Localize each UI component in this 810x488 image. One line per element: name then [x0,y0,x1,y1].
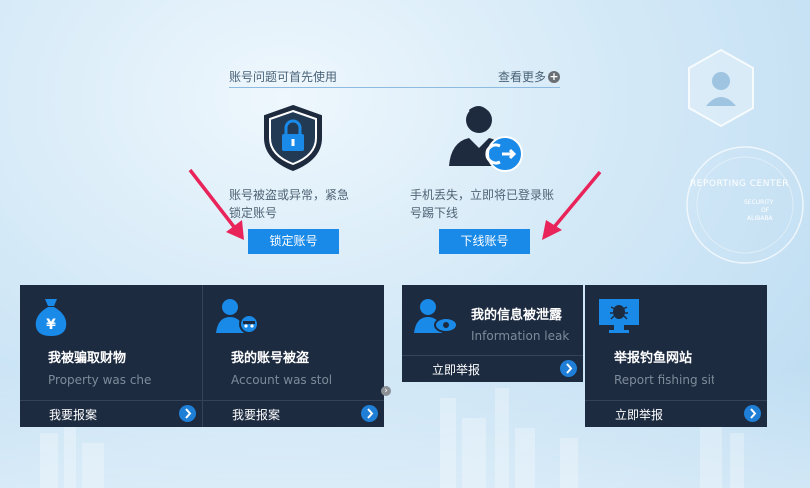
chevron-right-icon[interactable] [361,405,378,422]
leak-card-footer: 立即举报 [402,355,583,382]
phishing-card-title: 举报钓鱼网站 [614,351,693,366]
fraud-card-footer: 我要报案 [20,400,202,427]
alibaba-text: ALIBABA [747,215,773,222]
offline-account-button[interactable]: 下线账号 [439,229,530,254]
user-logout-icon [449,106,523,172]
chevron-right-icon[interactable] [744,405,761,422]
fraud-card-subtitle: Property was che [48,373,152,387]
phishing-card: 举报钓鱼网站 Report fishing site 立即举报 [585,285,767,427]
shield-lock-icon [264,104,322,172]
stolen-report-link[interactable]: 我要报案 [232,406,280,423]
hexagon-user-decoration [688,48,754,128]
user-theft-icon [216,299,259,334]
plus-icon[interactable]: + [548,71,560,83]
info-leak-card: 我的信息被泄露 Information leak 立即举报 [402,285,583,382]
of-text: OF [761,207,770,214]
stolen-card-subtitle: Account was stol [231,373,331,387]
scroll-dot-icon[interactable]: › [381,386,391,396]
svg-text:¥: ¥ [46,317,56,333]
stolen-card-footer: 我要报案 [203,400,384,427]
chevron-right-icon[interactable] [560,360,577,377]
user-eye-icon [414,299,458,333]
report-card-group-left: ¥ 我被骗取财物 Property was che 我的账号被盗 Account… [20,285,384,427]
fraud-card-title: 我被骗取财物 [48,351,127,366]
money-bag-icon: ¥ [35,299,67,336]
phishing-card-footer: 立即举报 [585,400,767,427]
monitor-bug-icon [599,299,639,333]
pink-arrow-left [188,168,244,240]
header-title: 账号问题可首先使用 [229,70,338,84]
leak-card-title: 我的信息被泄露 [471,308,563,323]
reporting-center-text: REPORTING CENTER [690,179,789,189]
chevron-right-icon[interactable] [179,405,196,422]
quick-actions-header: 账号问题可首先使用 查看更多 + [229,68,560,88]
security-text: SECURITY [744,199,774,206]
phishing-report-link[interactable]: 立即举报 [615,406,663,423]
fraud-report-link[interactable]: 我要报案 [49,406,97,423]
phishing-card-subtitle: Report fishing site [614,373,714,387]
leak-card-subtitle: Information leak [471,329,570,343]
view-more-link[interactable]: 查看更多 [498,68,546,85]
pink-arrow-right [542,170,602,240]
leak-report-link[interactable]: 立即举报 [432,361,480,378]
stolen-card-title: 我的账号被盗 [231,351,310,366]
lock-account-button[interactable]: 锁定账号 [248,229,339,254]
